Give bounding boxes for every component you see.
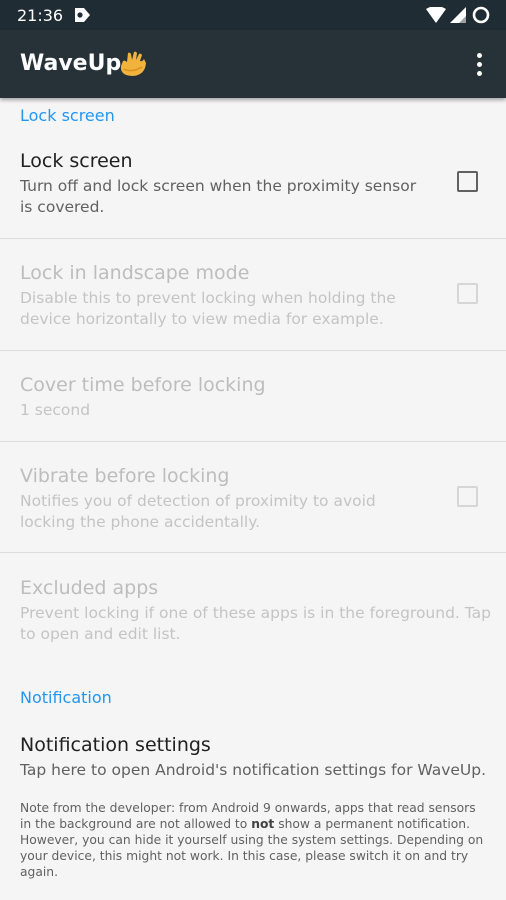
app-title: WaveUp <box>20 51 122 76</box>
waving-hand-icon <box>120 51 146 76</box>
divider <box>0 441 506 442</box>
category-notification: Notification <box>20 688 112 707</box>
status-bar: 21:36 <box>0 0 506 30</box>
pref-summary: Notifies you of detection of proximity t… <box>20 492 376 531</box>
battery-icon <box>472 6 490 24</box>
app-bar: WaveUp <box>0 30 506 98</box>
developer-note: Note from the developer: from Android 9 … <box>20 800 490 880</box>
note-bold: not <box>251 817 275 831</box>
status-icons <box>426 6 492 24</box>
divider <box>0 350 506 351</box>
pref-summary: Disable this to prevent locking when hol… <box>20 289 396 328</box>
pref-vibrate[interactable]: Vibrate before locking Notifies you of d… <box>0 465 506 545</box>
pref-summary: Tap here to open Android's notification … <box>20 761 487 779</box>
more-vert-icon[interactable] <box>466 48 492 80</box>
settings-list: Lock screen Lock screen Turn off and loc… <box>0 98 506 900</box>
lock-landscape-checkbox[interactable] <box>457 283 478 304</box>
pref-summary: 1 second <box>20 401 91 419</box>
status-time: 21:36 <box>17 6 64 25</box>
pref-title: Notification settings <box>20 734 211 756</box>
pref-summary: Turn off and lock screen when the proxim… <box>20 177 417 216</box>
lock-screen-checkbox[interactable] <box>457 171 478 192</box>
notification-icon <box>75 8 90 22</box>
pref-title: Excluded apps <box>20 577 159 599</box>
pref-title: Lock screen <box>20 150 133 172</box>
pref-title: Lock in landscape mode <box>20 262 250 284</box>
divider <box>0 238 506 239</box>
vibrate-checkbox[interactable] <box>457 486 478 507</box>
category-lock-screen: Lock screen <box>20 106 115 125</box>
pref-excluded-apps[interactable]: Excluded apps Prevent locking if one of … <box>0 577 506 657</box>
divider <box>0 552 506 553</box>
pref-title: Cover time before locking <box>20 374 266 396</box>
pref-notification-settings[interactable]: Notification settings Tap here to open A… <box>0 734 506 784</box>
pref-title: Vibrate before locking <box>20 465 230 487</box>
wifi-icon <box>426 7 446 23</box>
pref-lock-landscape[interactable]: Lock in landscape mode Disable this to p… <box>0 262 506 342</box>
signal-icon <box>450 7 466 23</box>
pref-cover-time[interactable]: Cover time before locking 1 second <box>0 374 506 434</box>
pref-summary: Prevent locking if one of these apps is … <box>20 604 492 643</box>
pref-lock-screen[interactable]: Lock screen Turn off and lock screen whe… <box>0 150 506 230</box>
